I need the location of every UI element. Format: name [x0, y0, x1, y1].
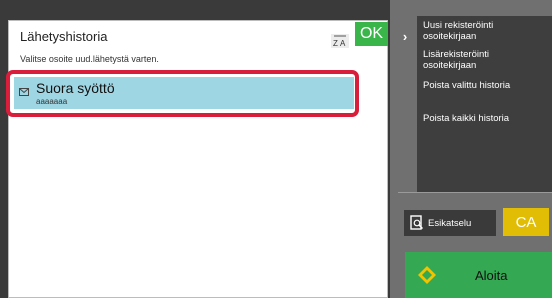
sort-icon[interactable]: Z A — [331, 34, 349, 48]
start-label: Aloita — [475, 268, 508, 283]
menu-item-label: Uusi rekisteröinti — [423, 20, 494, 31]
mail-icon — [19, 88, 29, 96]
divider — [398, 192, 552, 193]
list-item-address: aaaaaaa — [36, 97, 68, 106]
preview-icon — [410, 215, 423, 230]
chevron-right-icon[interactable]: › — [397, 28, 413, 44]
ok-button[interactable]: OK — [355, 22, 388, 46]
svg-text:Z: Z — [333, 39, 338, 48]
preview-label: Esikatselu — [428, 218, 472, 229]
list-item-name: Suora syöttö — [36, 80, 115, 96]
menu-item-delete-selected-history[interactable]: Poista valittu historia — [423, 80, 547, 91]
menu-item-delete-all-history[interactable]: Poista kaikki historia — [423, 113, 547, 124]
menu-item-label: osoitekirjaan — [423, 60, 477, 71]
dialog-subtitle: Valitse osoite uud.lähetystä varten. — [20, 54, 159, 64]
ca-button[interactable]: CA — [503, 208, 549, 236]
menu-item-label: Poista kaikki historia — [423, 113, 510, 124]
menu-item-label: Lisärekisteröinti — [423, 49, 489, 60]
menu-item-label: Poista valittu historia — [423, 80, 511, 91]
side-menu: Uusi rekisteröinti osoitekirjaan Lisärek… — [417, 16, 552, 192]
preview-button[interactable]: Esikatselu — [404, 210, 496, 236]
svg-text:A: A — [340, 39, 346, 48]
menu-item-label: osoitekirjaan — [423, 31, 477, 42]
history-dialog: Lähetyshistoria Valitse osoite uud.lähet… — [8, 20, 388, 298]
start-button[interactable]: Aloita — [405, 252, 552, 298]
menu-item-new-address-registration[interactable]: Uusi rekisteröinti osoitekirjaan — [423, 20, 547, 42]
start-icon — [418, 266, 436, 284]
dialog-title: Lähetyshistoria — [20, 29, 108, 44]
menu-item-additional-registration[interactable]: Lisärekisteröinti osoitekirjaan — [423, 49, 547, 71]
